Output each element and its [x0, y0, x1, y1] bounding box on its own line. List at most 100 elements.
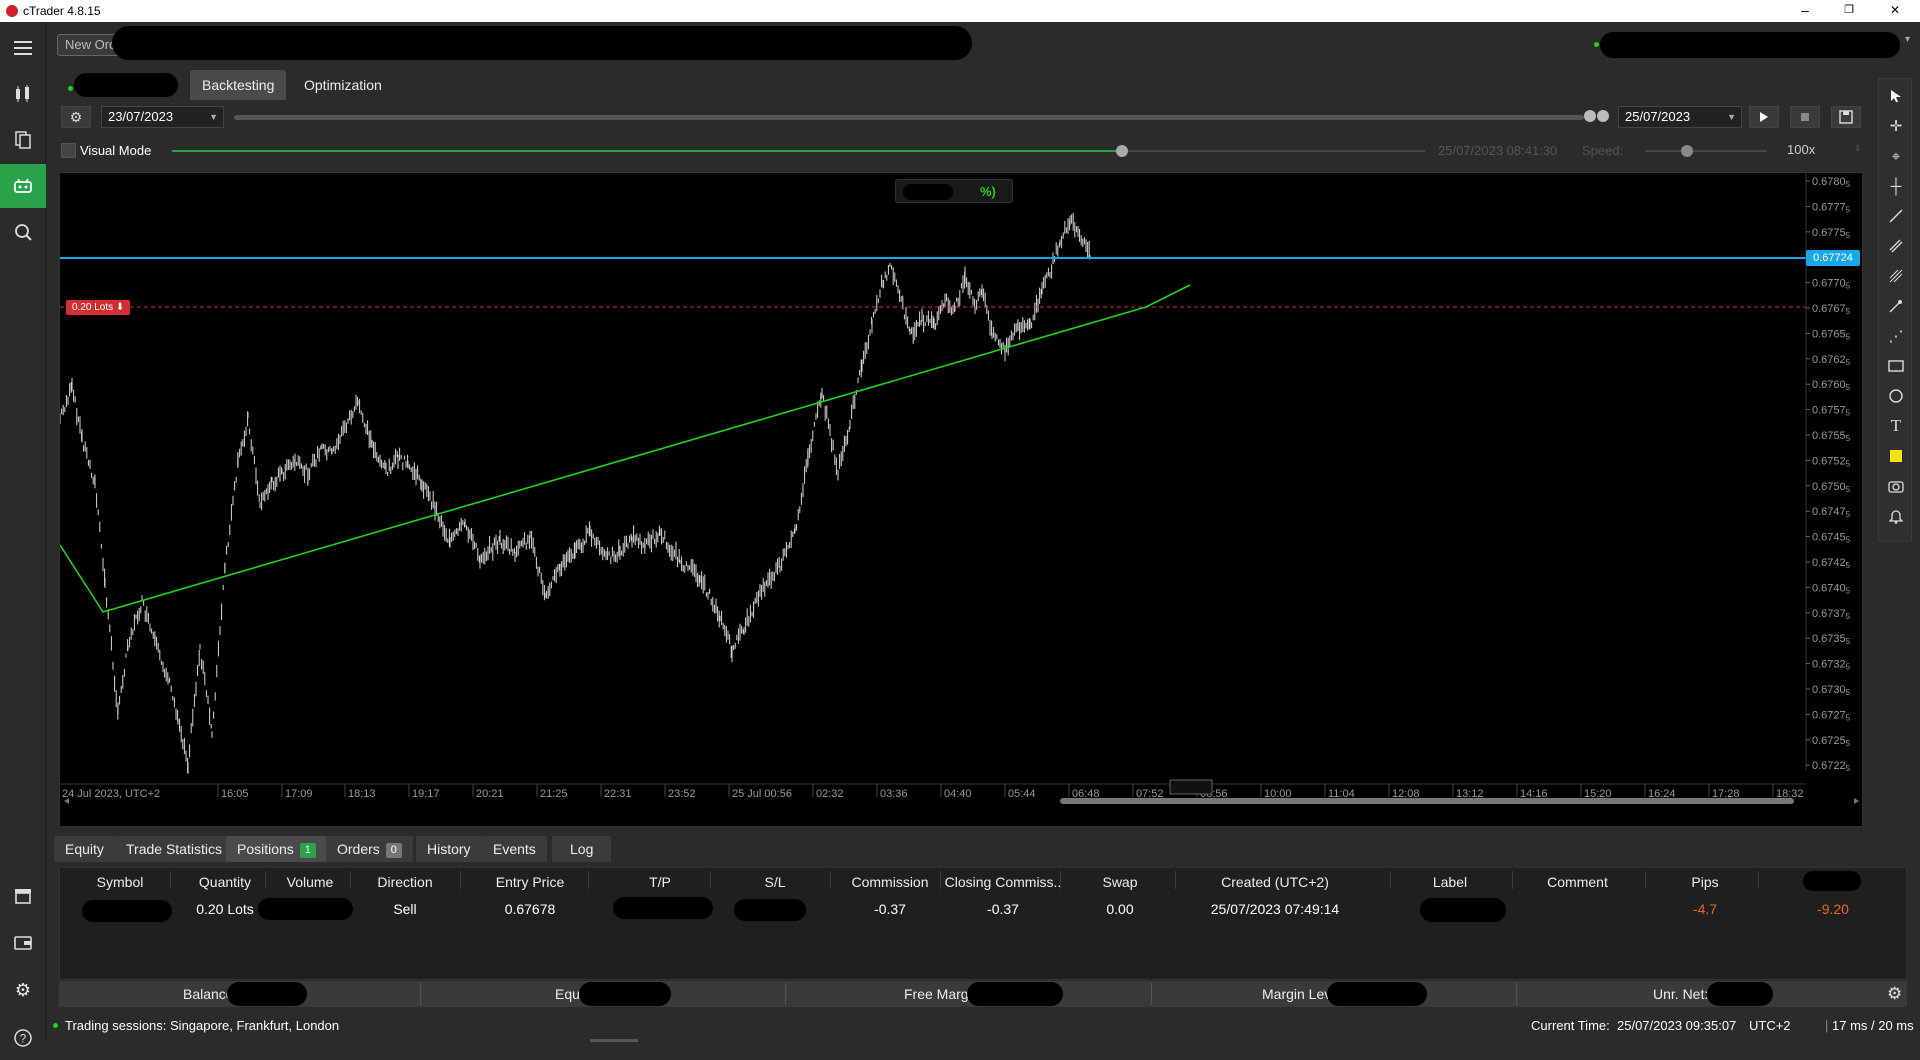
chevron-down-icon[interactable]: ▾ [1905, 34, 1910, 45]
trade-app-icon[interactable] [0, 72, 46, 116]
time-axis[interactable]: 24 Jul 2023, UTC+2 16:05 17:09 18:13 19:17 20… [62, 784, 1804, 800]
status-separator: | [1825, 1018, 1829, 1033]
text-tool-icon[interactable]: T [1879, 411, 1913, 441]
backtest-settings-gear-icon[interactable]: ⚙ [61, 106, 91, 128]
crosshair-icon[interactable]: ✛ [1879, 111, 1913, 141]
trend-line-icon[interactable] [1879, 201, 1913, 231]
column-separator[interactable] [588, 871, 589, 889]
minimize-button[interactable]: – [1782, 0, 1828, 22]
equity-label: Equ [555, 986, 580, 1002]
column-separator[interactable] [170, 871, 171, 889]
start-date-select[interactable]: 23/07/2023 ▼ [101, 106, 224, 128]
col-header-swap[interactable]: Swap [1065, 874, 1175, 890]
cross-line-icon[interactable]: ┼ [1879, 171, 1913, 201]
close-button[interactable]: ✕ [1872, 0, 1918, 22]
price-tick-label: 0.67405 [1812, 582, 1851, 595]
stop-button[interactable] [1790, 106, 1820, 128]
scroll-to-end-tab[interactable] [1169, 779, 1213, 795]
col-header-comment[interactable]: Comment [1515, 874, 1640, 890]
column-separator[interactable] [710, 871, 711, 889]
timezone-selector[interactable]: UTC+2 [1749, 1018, 1791, 1033]
analyze-app-icon[interactable] [0, 210, 46, 254]
window-title: cTrader 4.8.15 [23, 4, 101, 18]
column-separator[interactable] [1512, 871, 1513, 889]
range-end-handle[interactable] [1597, 110, 1609, 122]
bottom-grip[interactable] [590, 1039, 638, 1042]
play-button[interactable] [1749, 106, 1779, 128]
col-header-created[interactable]: Created (UTC+2) [1175, 874, 1375, 890]
tab-optimization[interactable]: Optimization [292, 70, 394, 100]
col-header-quantity[interactable]: Quantity [175, 874, 275, 890]
col-header-label[interactable]: Label [1390, 874, 1510, 890]
save-icon[interactable] [1831, 106, 1861, 128]
screenshot-camera-icon[interactable] [1879, 471, 1913, 501]
help-icon[interactable]: ? [0, 1016, 46, 1060]
copy-app-icon[interactable] [0, 118, 46, 162]
col-header-direction[interactable]: Direction [350, 874, 460, 890]
horizontal-scrollbar-thumb[interactable] [1060, 798, 1794, 804]
speed-slider-handle[interactable] [1681, 145, 1693, 157]
tab-log[interactable]: Log [552, 836, 612, 862]
speed-slider[interactable] [1645, 150, 1767, 152]
settings-gear-icon[interactable]: ⚙ [0, 968, 46, 1012]
price-tick-label: 0.67605 [1812, 379, 1851, 392]
pitchfork-icon[interactable] [1879, 291, 1913, 321]
chart-canvas[interactable]: 0.678050.677750.677550.677250.677050.676… [60, 173, 1864, 828]
highlight-color-icon[interactable] [1879, 441, 1913, 471]
gann-grid-icon[interactable]: ⋰ [1879, 321, 1913, 351]
col-header-pips[interactable]: Pips [1650, 874, 1760, 890]
summary-separator [1516, 983, 1517, 1005]
automate-app-icon[interactable] [0, 164, 46, 208]
column-separator[interactable] [940, 871, 941, 889]
col-header-entry-price[interactable]: Entry Price [460, 874, 600, 890]
column-separator[interactable] [1060, 871, 1061, 889]
column-separator[interactable] [265, 871, 266, 889]
wallet-icon[interactable] [0, 920, 46, 964]
column-separator[interactable] [350, 871, 351, 889]
scroll-right-arrow-icon[interactable] [1854, 798, 1859, 804]
tab-backtesting[interactable]: Backtesting [190, 70, 287, 100]
unrealized-net-label: Unr. Net: [1653, 986, 1709, 1002]
col-header-closing-commission[interactable]: Closing Commiss.. [943, 874, 1063, 890]
column-separator[interactable] [1758, 871, 1759, 889]
menu-icon[interactable] [0, 26, 46, 70]
tab-positions[interactable]: Positions 1 [226, 836, 327, 862]
column-separator[interactable] [460, 871, 461, 889]
visual-progress-track[interactable] [172, 150, 1122, 152]
time-tick-label: 03:36 [880, 788, 908, 800]
visual-progress-handle[interactable] [1116, 145, 1128, 157]
spin-arrows-icon[interactable]: ⇕ [1854, 143, 1862, 154]
date-range-slider[interactable] [234, 115, 1584, 120]
column-separator[interactable] [1175, 871, 1176, 889]
cursor-arrow-icon[interactable] [1879, 81, 1913, 111]
channel-icon[interactable] [1879, 231, 1913, 261]
col-header-symbol[interactable]: Symbol [72, 874, 168, 890]
column-separator[interactable] [1645, 871, 1646, 889]
range-start-handle[interactable] [1584, 110, 1596, 122]
col-header-sl[interactable]: S/L [720, 874, 830, 890]
fibonacci-icon[interactable] [1879, 261, 1913, 291]
tab-orders[interactable]: Orders 0 [326, 836, 413, 862]
rectangle-icon[interactable] [1879, 351, 1913, 381]
redacted-area [227, 982, 307, 1006]
visual-mode-checkbox[interactable] [61, 143, 76, 158]
price-chart[interactable]: 0.678050.677750.677550.677250.677050.676… [59, 172, 1863, 827]
tab-equity[interactable]: Equity [54, 836, 115, 862]
quick-measure-icon[interactable]: ⌖ [1879, 141, 1913, 171]
summary-settings-gear-icon[interactable]: ⚙ [1887, 984, 1902, 1004]
store-icon[interactable] [0, 874, 46, 918]
ellipse-icon[interactable] [1879, 381, 1913, 411]
sell-position-label[interactable]: 0.20 Lots ⬇ [66, 300, 131, 315]
free-margin-label: Free Marg [904, 986, 969, 1002]
col-header-commission[interactable]: Commission [830, 874, 950, 890]
restore-button[interactable]: ❐ [1826, 0, 1872, 22]
tab-trade-statistics[interactable]: Trade Statistics [115, 836, 233, 862]
alert-bell-icon[interactable] [1879, 501, 1913, 531]
col-header-volume[interactable]: Volume [265, 874, 355, 890]
column-separator[interactable] [830, 871, 831, 889]
tab-events[interactable]: Events [482, 836, 547, 862]
column-separator[interactable] [1390, 871, 1391, 889]
end-date-select[interactable]: 25/07/2023 ▼ [1618, 106, 1742, 128]
tab-history[interactable]: History [416, 836, 482, 862]
col-header-tp[interactable]: T/P [600, 874, 720, 890]
